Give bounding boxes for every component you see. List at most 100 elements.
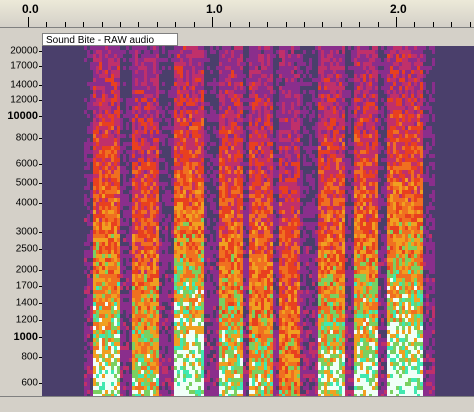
- spectrogram-cell: [153, 194, 156, 198]
- spectrogram[interactable]: [42, 46, 474, 396]
- spectrogram-cell: [87, 254, 90, 258]
- spectrogram-cell: [219, 378, 222, 382]
- spectrogram-cell: [102, 46, 105, 50]
- spectrogram-cell: [84, 254, 87, 258]
- spectrogram-cell: [237, 166, 240, 170]
- spectrogram-cell: [228, 314, 231, 318]
- spectrogram-cell: [258, 270, 261, 274]
- spectrogram-cell: [153, 218, 156, 222]
- spectrogram-cell: [237, 326, 240, 330]
- spectrogram-cell: [96, 326, 99, 330]
- time-ruler[interactable]: 0.0 1.0 2.0: [0, 0, 474, 28]
- spectrogram-cell: [156, 102, 159, 106]
- spectrogram-cell: [189, 262, 192, 266]
- spectrogram-cell: [147, 222, 150, 226]
- spectrogram-cell: [261, 110, 264, 114]
- spectrogram-cell: [120, 254, 123, 258]
- spectrogram-cell: [234, 74, 237, 78]
- spectrogram-cell: [267, 306, 270, 310]
- spectrogram-cell: [198, 390, 201, 394]
- spectrogram-cell: [144, 326, 147, 330]
- spectrogram-cell: [180, 66, 183, 70]
- spectrogram-cell: [153, 150, 156, 154]
- spectrogram-cell: [219, 286, 222, 290]
- spectrogram-cell: [228, 98, 231, 102]
- spectrogram-cell: [84, 386, 87, 390]
- spectrogram-cell: [174, 282, 177, 286]
- spectrogram-cell: [225, 130, 228, 134]
- spectrogram-cell: [210, 166, 213, 170]
- spectrogram-cell: [99, 134, 102, 138]
- spectrogram-cell: [258, 330, 261, 334]
- spectrogram-cell: [261, 170, 264, 174]
- spectrogram-cell: [252, 234, 255, 238]
- spectrogram-cell: [108, 206, 111, 210]
- spectrogram-cell: [198, 378, 201, 382]
- spectrogram-cell: [231, 98, 234, 102]
- spectrogram-cell: [192, 142, 195, 146]
- spectrogram-cell: [228, 338, 231, 342]
- spectrogram-cell: [114, 66, 117, 70]
- spectrogram-cell: [177, 306, 180, 310]
- spectrogram-cell: [198, 314, 201, 318]
- spectrogram-cell: [90, 102, 93, 106]
- spectrogram-cell: [117, 310, 120, 314]
- spectrogram-cell: [126, 102, 129, 106]
- spectrogram-cell: [93, 274, 96, 278]
- spectrogram-cell: [261, 166, 264, 170]
- spectrogram-cell: [222, 262, 225, 266]
- spectrogram-cell: [264, 254, 267, 258]
- spectrogram-cell: [108, 94, 111, 98]
- spectrogram-cell: [255, 258, 258, 262]
- spectrogram-cell: [252, 50, 255, 54]
- spectrogram-cell: [213, 278, 216, 282]
- spectrogram-cell: [120, 302, 123, 306]
- spectrogram-cell: [186, 102, 189, 106]
- spectrogram-cell: [117, 170, 120, 174]
- spectrogram-cell: [87, 130, 90, 134]
- spectrogram-cell: [135, 142, 138, 146]
- spectrogram-cell: [177, 282, 180, 286]
- spectrogram-cell: [117, 110, 120, 114]
- spectrogram-cell: [219, 282, 222, 286]
- spectrogram-cell: [114, 194, 117, 198]
- spectrogram-cell: [201, 234, 204, 238]
- spectrogram-cell: [150, 78, 153, 82]
- spectrogram-cell: [249, 270, 252, 274]
- spectrogram-cell: [258, 318, 261, 322]
- spectrogram-cell: [153, 254, 156, 258]
- spectrogram-cell: [198, 206, 201, 210]
- spectrogram-cell: [177, 158, 180, 162]
- track-title[interactable]: Sound Bite - RAW audio: [42, 33, 178, 46]
- spectrogram-cell: [93, 158, 96, 162]
- spectrogram-cell: [84, 154, 87, 158]
- spectrogram-cell: [171, 94, 174, 98]
- spectrogram-cell: [186, 306, 189, 310]
- spectrogram-cell: [171, 262, 174, 266]
- spectrogram-cell: [231, 246, 234, 250]
- spectrogram-cell: [222, 346, 225, 350]
- spectrogram-cell: [267, 278, 270, 282]
- spectrogram-cell: [165, 246, 168, 250]
- spectrogram-cell: [204, 254, 207, 258]
- spectrogram-cell: [201, 114, 204, 118]
- spectrogram-cell: [117, 166, 120, 170]
- spectrogram-cell: [105, 230, 108, 234]
- spectrogram-cell: [225, 314, 228, 318]
- spectrogram-cell: [105, 166, 108, 170]
- spectrogram-cell: [105, 202, 108, 206]
- spectrogram-cell: [234, 366, 237, 370]
- spectrogram-cell: [99, 146, 102, 150]
- spectrogram-cell: [138, 130, 141, 134]
- spectrogram-cell: [117, 158, 120, 162]
- spectrogram-cell: [99, 106, 102, 110]
- spectrogram-cell: [264, 50, 267, 54]
- spectrogram-cell: [123, 350, 126, 354]
- spectrogram-cell: [96, 342, 99, 346]
- spectrogram-cell: [249, 382, 252, 386]
- spectrogram-cell: [93, 338, 96, 342]
- spectrogram-cell: [192, 306, 195, 310]
- spectrogram-cell: [243, 302, 246, 306]
- spectrogram-cell: [201, 254, 204, 258]
- spectrogram-cell: [141, 270, 144, 274]
